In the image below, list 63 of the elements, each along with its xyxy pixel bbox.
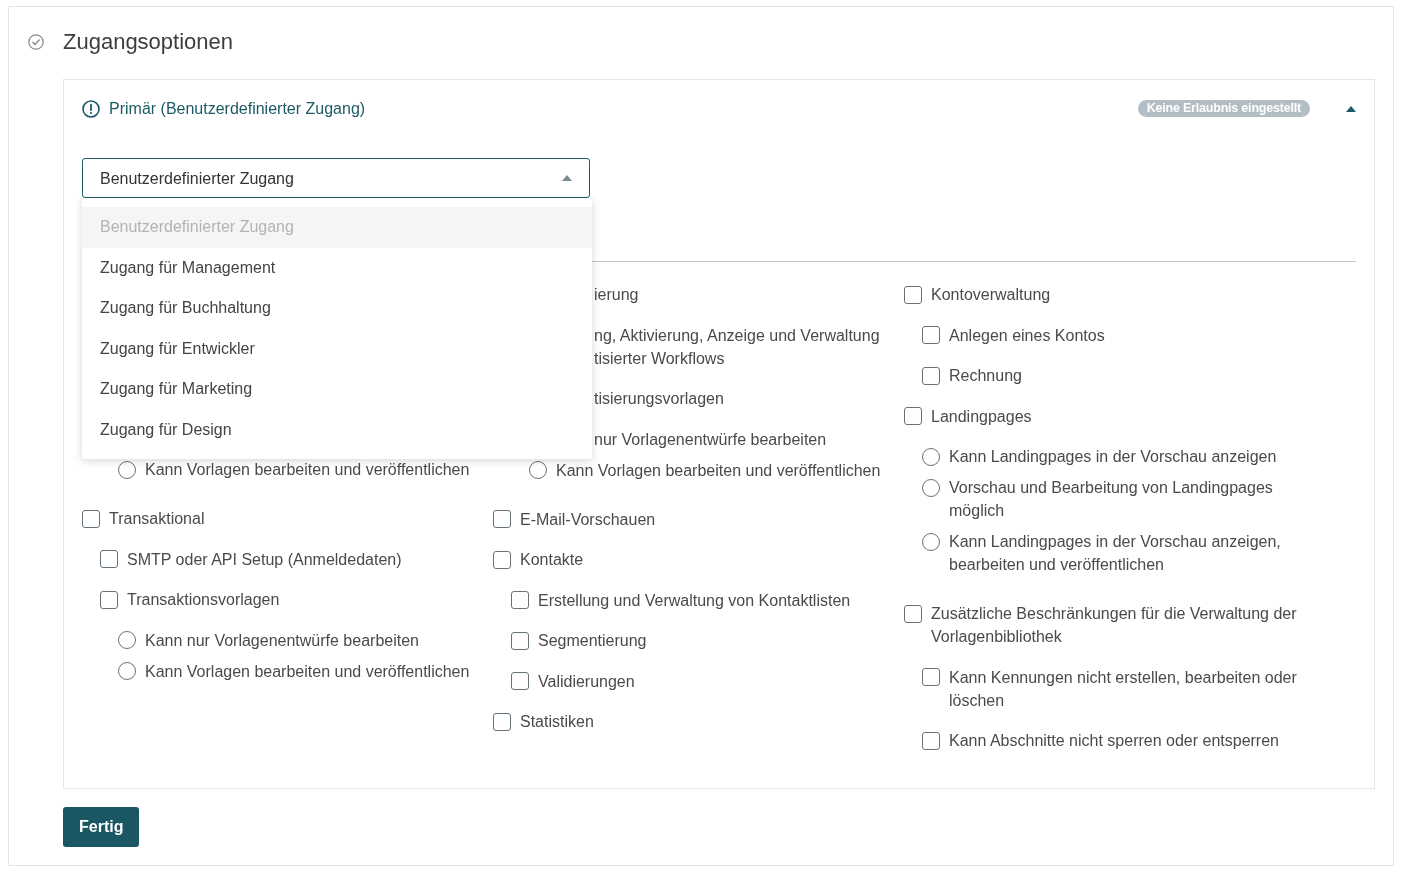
- panel-title: Primär (Benutzerdefinierter Zugang): [109, 99, 366, 119]
- option-label: ng, Aktivierung, Anzeige und Verwaltung tisierter Workflows: [594, 325, 880, 369]
- dropdown-option[interactable]: Zugang für Management: [82, 247, 592, 288]
- checkbox-label: Erstellung und Verwaltung von Kontaktlisten: [538, 590, 851, 611]
- checkbox[interactable]: [493, 712, 511, 731]
- caret-up-icon[interactable]: [1346, 105, 1356, 112]
- checkbox[interactable]: [922, 326, 940, 344]
- dropdown-option[interactable]: Zugang für Marketing: [82, 369, 592, 410]
- checkbox-label: Kann Abschnitte nicht sperren oder entsperren: [949, 731, 1279, 751]
- dropdown-option[interactable]: Zugang für Design: [82, 409, 592, 450]
- checkbox[interactable]: [904, 407, 922, 425]
- checkbox-label: Rechnung: [949, 366, 1022, 386]
- done-button[interactable]: Fertig: [63, 806, 140, 847]
- dropdown-option[interactable]: Zugang für Entwickler: [82, 328, 592, 369]
- radio-label: Kann Vorlagen bearbeiten und veröffentlichen: [556, 460, 881, 481]
- checkbox[interactable]: [922, 366, 940, 385]
- checkbox-label: Validierungen: [538, 671, 635, 692]
- checkbox[interactable]: [922, 668, 940, 686]
- radio-button[interactable]: [922, 532, 940, 551]
- checkbox[interactable]: [82, 509, 100, 528]
- radio-label: Vorschau und Bearbeitung von Landingpages möglich: [949, 478, 1274, 521]
- radio-button[interactable]: [922, 478, 940, 497]
- option-label: tisierungsvorlagen: [594, 389, 724, 409]
- checkbox-label: Kontakte: [520, 550, 584, 570]
- checkbox-label: Zusätzliche Beschränkungen für die Verwaltung der Vorlagenbibliothek: [931, 604, 1298, 647]
- radio-label: Kann Landingpages in der Vorschau anzeigen: [949, 447, 1277, 467]
- checkbox-label: SMTP oder API Setup (Anmeldedaten): [127, 549, 402, 570]
- dropdown-option[interactable]: Zugang für Buchhaltung: [82, 288, 592, 329]
- radio-label: Kann Vorlagen bearbeiten und veröffentlichen: [145, 460, 470, 480]
- checkbox-label: Kann Kennungen nicht erstellen, bearbeiten oder löschen: [949, 667, 1298, 711]
- checkbox[interactable]: [511, 591, 529, 609]
- section-title: Zugangsoptionen: [63, 28, 234, 56]
- radio-button[interactable]: [922, 447, 940, 466]
- radio-button[interactable]: [118, 631, 136, 649]
- select-field[interactable]: Benutzerdefinierter Zugang: [82, 158, 590, 198]
- checkbox-label: Segmentierung: [538, 631, 647, 651]
- checkbox-label: Transaktional: [109, 509, 205, 529]
- option-label: ierung: [594, 285, 639, 305]
- radio-label: Kann Landingpages in der Vorschau anzeigen, bearbeiten und veröffentlichen: [949, 532, 1282, 575]
- checkbox-label: E-Mail-Vorschauen: [520, 509, 656, 530]
- radio-button[interactable]: [118, 460, 136, 479]
- checkbox-label: Statistiken: [520, 712, 594, 732]
- checkbox-label: Transaktionsvorlagen: [127, 590, 280, 610]
- exclamation-circle-icon: [82, 99, 100, 118]
- check-circle-icon: [28, 34, 44, 50]
- checkbox[interactable]: [100, 550, 118, 568]
- checkbox[interactable]: [100, 590, 118, 609]
- status-badge: Keine Erlaubnis eingestellt: [1137, 100, 1310, 117]
- checkbox[interactable]: [511, 631, 529, 650]
- radio-button[interactable]: [118, 662, 136, 680]
- checkbox-label: Landingpages: [931, 406, 1032, 427]
- radio-label: Kann Vorlagen bearbeiten und veröffentlichen: [145, 661, 470, 682]
- checkbox-label: Anlegen eines Kontos: [949, 325, 1105, 346]
- option-label: nur Vorlagenentwürfe bearbeiten: [594, 429, 827, 450]
- checkbox[interactable]: [511, 672, 529, 690]
- radio-button[interactable]: [529, 461, 547, 479]
- checkbox[interactable]: [493, 550, 511, 569]
- checkbox[interactable]: [493, 510, 511, 528]
- radio-label: Kann nur Vorlagenentwürfe bearbeiten: [145, 630, 419, 651]
- checkbox[interactable]: [904, 285, 922, 304]
- checkbox[interactable]: [904, 604, 922, 623]
- checkbox-label: Kontoverwaltung: [931, 285, 1051, 305]
- checkbox[interactable]: [922, 731, 940, 750]
